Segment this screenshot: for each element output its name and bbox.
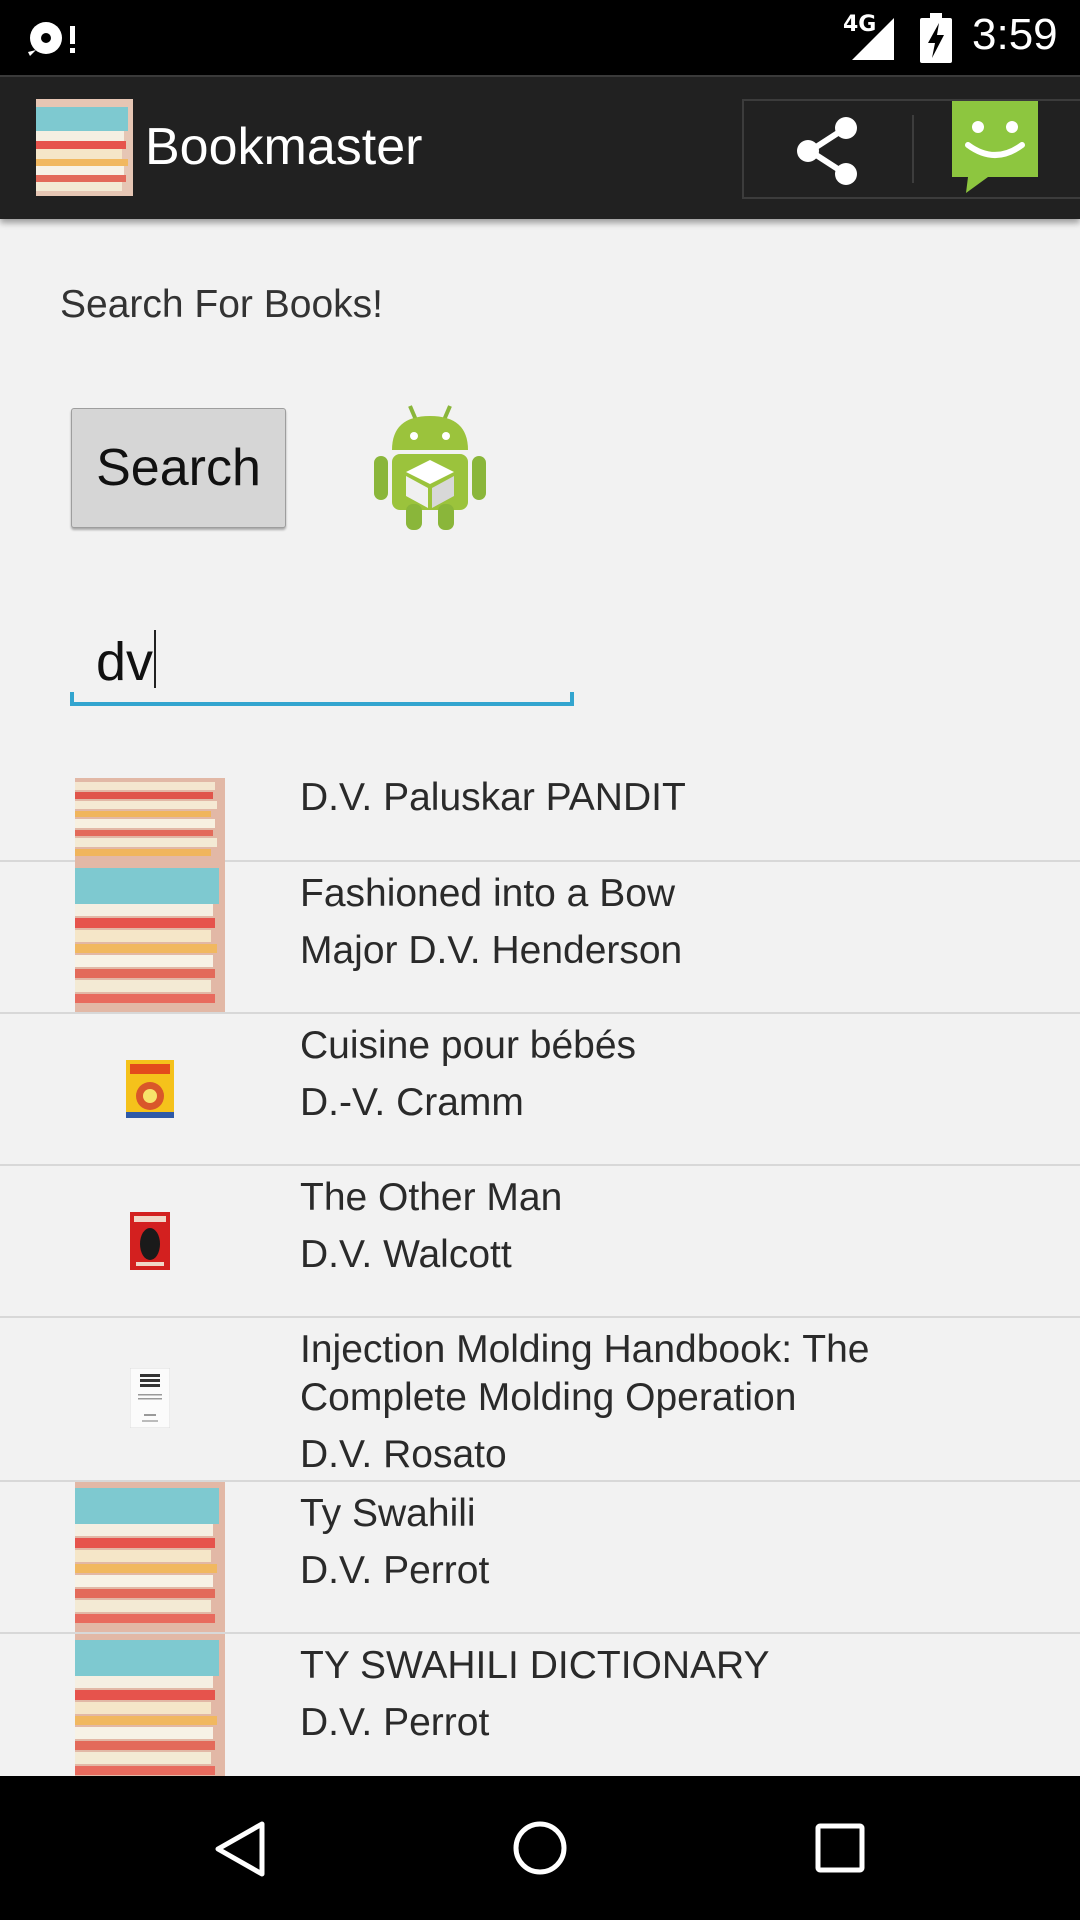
book-stack-thumbnail (75, 862, 225, 1012)
book-author: D.V. Walcott (300, 1233, 512, 1276)
list-item[interactable]: TY SWAHILI DICTIONARY D.V. Perrot (0, 1634, 1080, 1776)
book-stack-thumbnail (75, 1634, 225, 1776)
share-button[interactable] (744, 101, 914, 197)
android-box-icon (374, 405, 486, 530)
home-button[interactable] (450, 1776, 630, 1920)
share-icon (797, 117, 857, 185)
book-stack-thumbnail (75, 778, 225, 862)
book-author: D.V. Perrot (300, 1549, 490, 1592)
book-stack-thumbnail (75, 1482, 225, 1632)
list-item[interactable]: The Other Man D.V. Walcott (0, 1166, 1080, 1318)
list-item[interactable]: D.V. Paluskar PANDIT (0, 774, 1080, 862)
novel-cover-thumbnail (130, 1212, 170, 1270)
search-input[interactable]: dv (70, 630, 574, 706)
status-bar: 4G 3:59 (0, 0, 1080, 75)
back-triangle-icon (215, 1821, 265, 1877)
recents-button[interactable] (750, 1776, 930, 1920)
search-input-value: dv (96, 632, 154, 692)
book-title: Injection Molding Handbook: The Complete… (300, 1328, 870, 1419)
book-author: Major D.V. Henderson (300, 929, 683, 972)
clock: 3:59 (972, 10, 1058, 59)
handbook-cover-thumbnail (130, 1368, 170, 1428)
signal-icon (852, 18, 894, 60)
input-edge-left (70, 692, 74, 706)
back-button[interactable] (150, 1776, 330, 1920)
book-author: D.-V. Cramm (300, 1081, 524, 1124)
book-author: D.V. Rosato (300, 1433, 507, 1476)
book-title: Cuisine pour bébés (300, 1024, 637, 1067)
app-icon (36, 99, 133, 196)
recents-square-icon (815, 1823, 865, 1873)
book-title: TY SWAHILI DICTIONARY (300, 1644, 770, 1687)
navigation-bar (0, 1776, 1080, 1920)
book-author: D.V. Perrot (300, 1701, 490, 1744)
book-title: Ty Swahili (300, 1492, 476, 1535)
input-edge-right (570, 692, 574, 706)
app-title: Bookmaster (145, 118, 423, 176)
book-title: The Other Man (300, 1176, 563, 1219)
list-item[interactable]: Cuisine pour bébés D.-V. Cramm (0, 1014, 1080, 1166)
text-caret (154, 630, 157, 688)
cookbook-cover-thumbnail (126, 1060, 174, 1118)
search-button[interactable]: Search (71, 408, 286, 528)
message-button[interactable] (914, 101, 1080, 197)
search-heading: Search For Books! (60, 283, 383, 326)
book-title: Fashioned into a Bow (300, 872, 676, 915)
action-bar: Bookmaster (0, 75, 1080, 219)
list-item[interactable]: Ty Swahili D.V. Perrot (0, 1482, 1080, 1634)
list-item[interactable]: Injection Molding Handbook: The Complete… (0, 1318, 1080, 1482)
book-title: D.V. Paluskar PANDIT (300, 776, 686, 819)
home-circle-icon (513, 1821, 567, 1875)
results-list[interactable]: D.V. Paluskar PANDIT Fashioned into a Bo… (0, 774, 1080, 1776)
action-buttons (742, 99, 1080, 199)
battery-charging-icon (920, 13, 952, 63)
list-item[interactable]: Fashioned into a Bow Major D.V. Henderso… (0, 862, 1080, 1014)
chat-smiley-icon (952, 101, 1038, 193)
sync-alert-icon (28, 22, 75, 56)
